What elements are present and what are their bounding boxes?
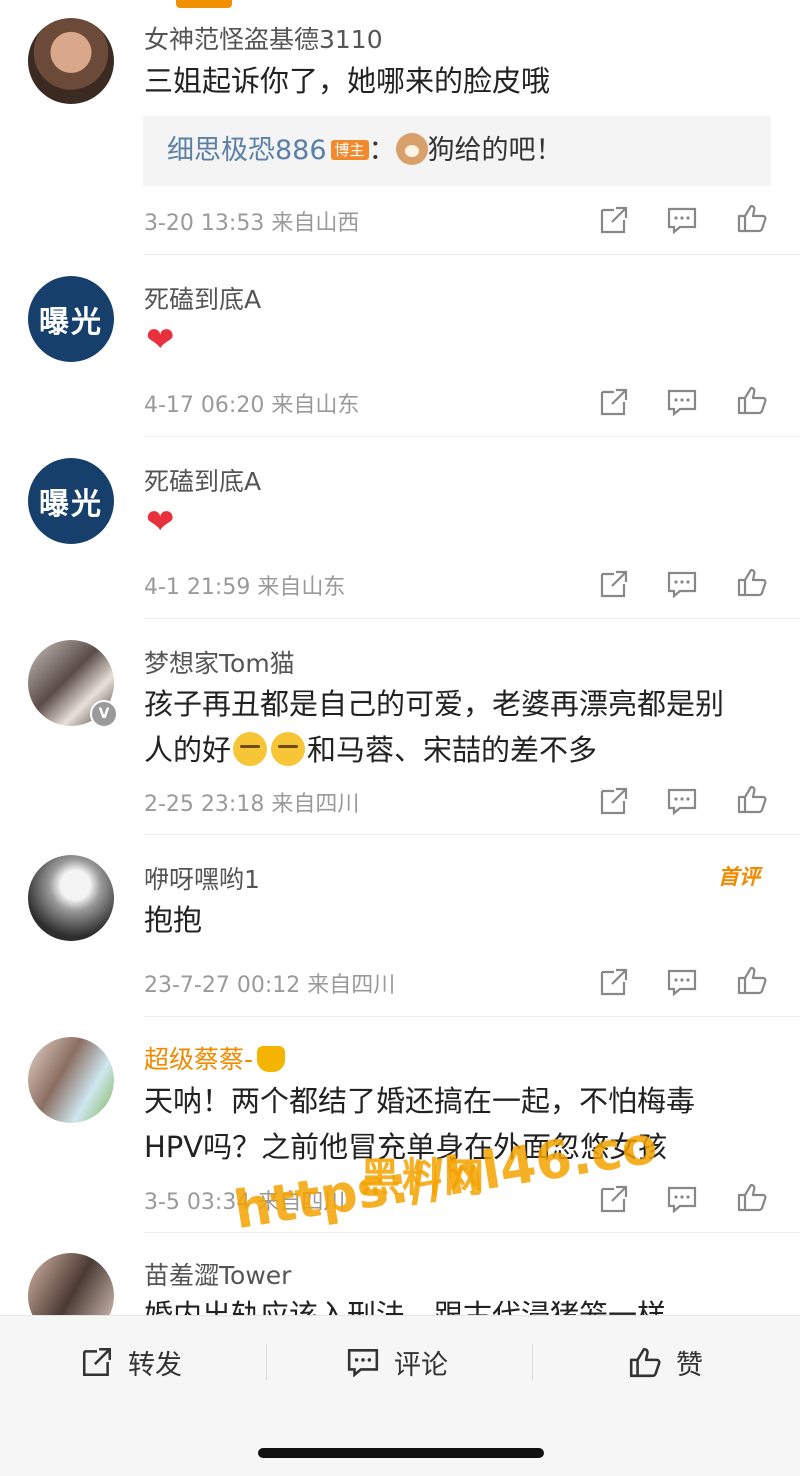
like-icon[interactable]: [736, 1181, 768, 1213]
comment-author[interactable]: 死磕到底A: [144, 280, 261, 316]
share-icon[interactable]: [598, 204, 630, 236]
comment-text-line: 天呐！两个都结了婚还搞在一起，不怕梅毒: [144, 1084, 696, 1118]
divider: [144, 254, 800, 255]
top-tab-indicator: [176, 0, 232, 8]
avatar[interactable]: 曝光: [28, 458, 114, 544]
share-icon[interactable]: [598, 785, 630, 817]
comment-meta: 2-25 23:18 来自四川: [144, 792, 360, 817]
avatar[interactable]: [28, 855, 114, 941]
avatar-text: 曝光: [39, 487, 103, 522]
comment-text: 婚内出轨应该入刑法，跟古代浸猪笼一样: [144, 1298, 667, 1315]
comment-icon[interactable]: [666, 204, 698, 236]
comment-icon[interactable]: [666, 386, 698, 418]
comment-button[interactable]: 评论: [346, 1342, 448, 1382]
comment-text-line: 人的好 和马蓉、宋喆的差不多: [144, 727, 774, 773]
comment-author[interactable]: 女神范怪盗基德3110: [144, 20, 383, 56]
like-icon[interactable]: [736, 202, 768, 234]
like-label: 赞: [676, 1349, 703, 1381]
comment-text-part: 和马蓉、宋喆的差不多: [307, 733, 598, 767]
verified-badge: V: [90, 700, 118, 728]
comment-icon[interactable]: [666, 785, 698, 817]
comment-text: 三姐起诉你了，她哪来的脸皮哦: [144, 64, 551, 98]
reply-text: 狗给的吧！: [427, 135, 563, 166]
smirk-emoji-icon: [271, 732, 306, 766]
divider: [144, 834, 800, 835]
first-comment-badge: 首评: [718, 865, 760, 889]
comment-text: 抱抱: [144, 903, 203, 937]
avatar[interactable]: [28, 1037, 114, 1123]
smirk-emoji-icon: [233, 732, 268, 766]
author-name-text: 超级蔡蔡-: [144, 1045, 254, 1074]
dog-emoji-icon: [395, 133, 428, 165]
avatar[interactable]: 曝光: [28, 276, 114, 362]
reply-separator: ：: [368, 135, 396, 166]
avatar-text: 曝光: [39, 305, 103, 340]
crown-icon: [257, 1046, 286, 1072]
comment-meta: 23-7-27 00:12 来自四川: [144, 973, 396, 998]
like-icon[interactable]: [736, 384, 768, 416]
divider: [144, 618, 800, 619]
comment-meta: 4-1 21:59 来自山东: [144, 575, 346, 600]
comment-meta: 4-17 06:20 来自山东: [144, 393, 360, 418]
share-icon[interactable]: [598, 568, 630, 600]
reply-author[interactable]: 细思极恐886: [167, 135, 327, 166]
comment-icon[interactable]: [666, 966, 698, 998]
share-icon[interactable]: [598, 1183, 630, 1215]
repost-label: 转发: [128, 1349, 182, 1381]
bar-divider: [532, 1344, 533, 1380]
like-button[interactable]: 赞: [628, 1342, 703, 1382]
heart-icon: ❤: [146, 320, 175, 360]
comment-label: 评论: [394, 1349, 448, 1381]
comment-author[interactable]: 梦想家Tom猫: [144, 644, 295, 680]
like-icon[interactable]: [736, 783, 768, 815]
comment-author[interactable]: 苗羞澀Tower: [144, 1256, 291, 1292]
share-icon: [82, 1347, 112, 1377]
reply-box[interactable]: 细思极恐886 博主： 狗给的吧！: [143, 116, 771, 186]
comment-text-part: 人的好: [144, 733, 232, 767]
comment-author[interactable]: 超级蔡蔡-: [144, 1040, 286, 1076]
bar-divider: [266, 1344, 267, 1380]
comment-meta: 3-20 13:53 来自山西: [144, 211, 360, 236]
share-icon[interactable]: [598, 386, 630, 418]
share-icon[interactable]: [598, 966, 630, 998]
comment-text-line: 孩子再丑都是自己的可爱，老婆再漂亮都是别: [144, 687, 725, 721]
like-icon[interactable]: [736, 566, 768, 598]
repost-button[interactable]: 转发: [80, 1342, 182, 1382]
divider: [144, 436, 800, 437]
comment-icon[interactable]: [666, 1183, 698, 1215]
divider: [144, 1016, 800, 1017]
comment-icon[interactable]: [666, 568, 698, 600]
comment-author[interactable]: 咿呀嘿哟1: [144, 860, 260, 896]
comment-icon: [347, 1349, 379, 1378]
home-indicator[interactable]: [258, 1448, 544, 1458]
comment-text: 孩子再丑都是自己的可爱，老婆再漂亮都是别 人的好 和马蓉、宋喆的差不多: [144, 681, 774, 773]
heart-icon: ❤: [146, 502, 175, 542]
like-icon[interactable]: [736, 964, 768, 996]
avatar[interactable]: [28, 18, 114, 104]
blogger-badge: 博主: [330, 140, 369, 160]
comment-author[interactable]: 死磕到底A: [144, 462, 261, 498]
like-icon: [629, 1347, 661, 1378]
